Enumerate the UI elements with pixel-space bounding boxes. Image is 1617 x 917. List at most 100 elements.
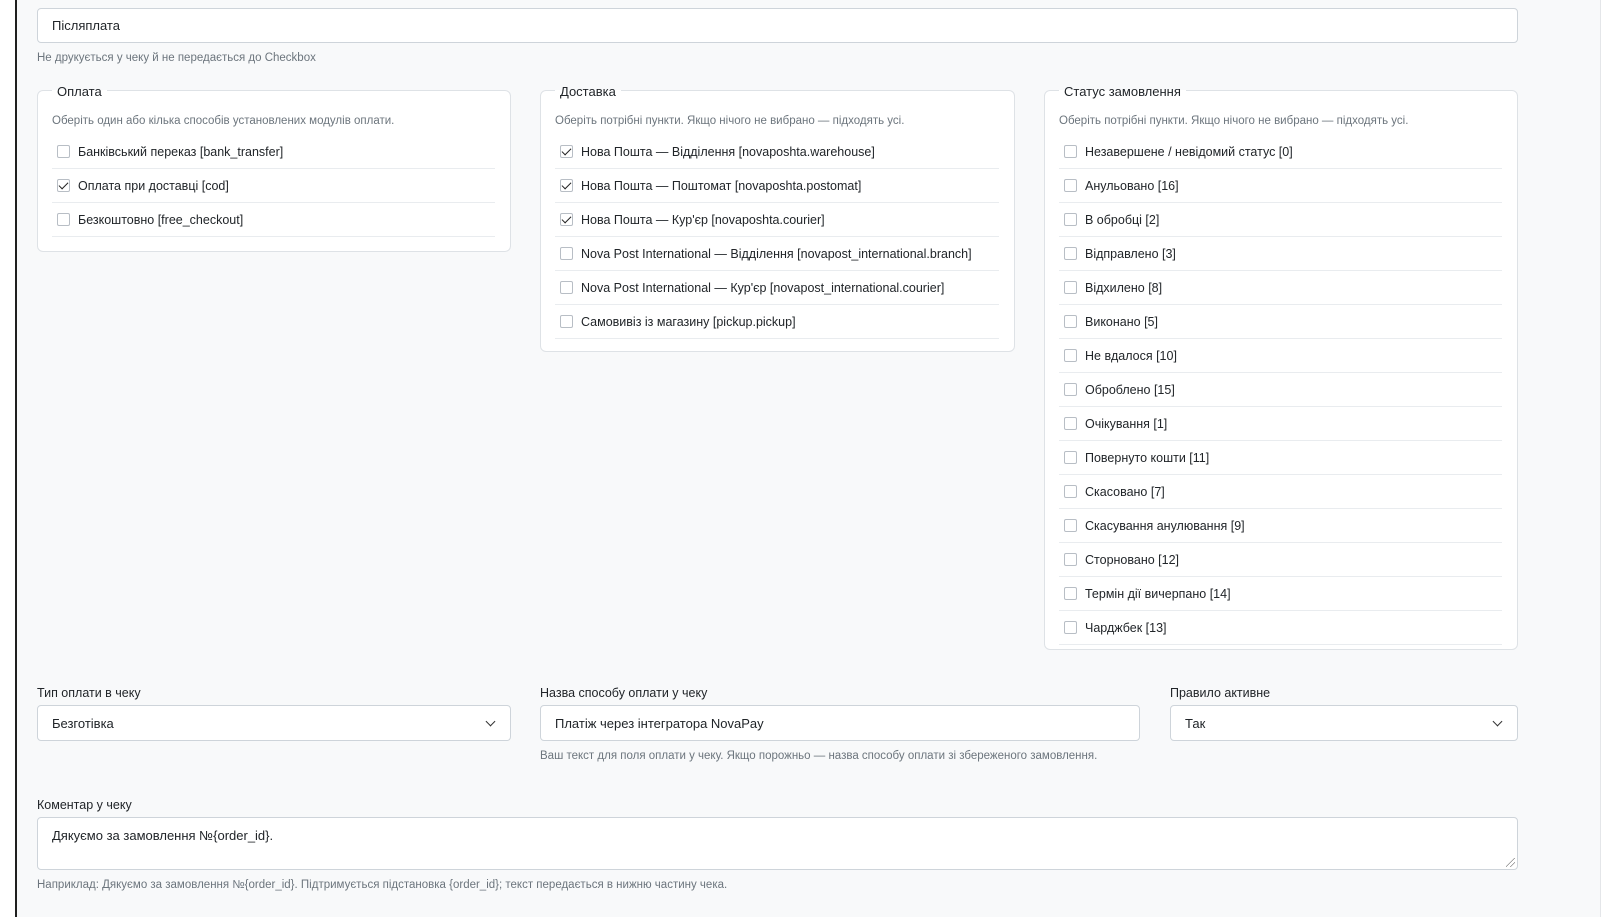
order-status-option[interactable]: Скасування анулювання [9]	[1059, 509, 1502, 543]
rule-name-input[interactable]: Післяплата	[37, 8, 1518, 43]
payment-method-checkbox[interactable]	[57, 179, 70, 192]
order-status-option[interactable]: Відхилено [8]	[1059, 271, 1502, 305]
receipt-payment-name-input[interactable]: Платіж через інтегратора NovaPay	[540, 705, 1140, 741]
rule-active-label: Правило активне	[1170, 686, 1271, 700]
receipt-comment-value: Дякуємо за замовлення №{order_id}.	[52, 828, 274, 843]
receipt-comment-label: Коментар у чеку	[37, 798, 132, 812]
order-status-option[interactable]: Очікування [1]	[1059, 407, 1502, 441]
delivery-method-checkbox[interactable]	[560, 315, 573, 328]
order-status-checkbox[interactable]	[1064, 349, 1077, 362]
order-status-group: Статус замовлення Оберіть потрібні пункт…	[1044, 83, 1518, 650]
order-status-checkbox[interactable]	[1064, 519, 1077, 532]
receipt-payment-name-value: Платіж через інтегратора NovaPay	[555, 715, 764, 731]
order-status-checkbox[interactable]	[1064, 621, 1077, 634]
order-status-option[interactable]: Скасовано [7]	[1059, 475, 1502, 509]
receipt-payment-type-label: Тип оплати в чеку	[37, 686, 141, 700]
order-status-option[interactable]: Відправлено [3]	[1059, 237, 1502, 271]
delivery-method-checkbox[interactable]	[560, 179, 573, 192]
order-status-option-label: Чарджбек [13]	[1085, 620, 1167, 635]
order-status-checkbox[interactable]	[1064, 485, 1077, 498]
order-status-checkbox[interactable]	[1064, 179, 1077, 192]
order-status-option[interactable]: Термін дії вичерпано [14]	[1059, 577, 1502, 611]
receipt-comment-textarea[interactable]: Дякуємо за замовлення №{order_id}.	[37, 817, 1518, 870]
order-status-option[interactable]: Повернуто кошти [11]	[1059, 441, 1502, 475]
delivery-method-option-label: Самовивіз із магазину [pickup.pickup]	[581, 314, 796, 329]
order-status-checkbox[interactable]	[1064, 587, 1077, 600]
order-status-option-label: Повернуто кошти [11]	[1085, 450, 1210, 465]
delivery-method-option-label: Nova Post International — Кур'єр [novapo…	[581, 280, 945, 295]
delivery-method-checkbox[interactable]	[560, 145, 573, 158]
delivery-methods-list: Нова Пошта — Відділення [novaposhta.ware…	[555, 135, 999, 339]
order-status-option-label: Скасовано [7]	[1085, 484, 1165, 499]
payment-method-option[interactable]: Безкоштовно [free_checkout]	[52, 203, 495, 237]
order-status-option-label: Відхилено [8]	[1085, 280, 1163, 295]
order-status-checkbox[interactable]	[1064, 417, 1077, 430]
order-status-option-label: Анульовано [16]	[1085, 178, 1179, 193]
receipt-payment-type-value: Безготівка	[52, 715, 114, 731]
order-status-option[interactable]: Сторновано [12]	[1059, 543, 1502, 577]
payment-method-option-label: Безкоштовно [free_checkout]	[78, 212, 244, 227]
delivery-method-option-label: Нова Пошта — Кур'єр [novaposhta.courier]	[581, 212, 825, 227]
receipt-payment-type-select[interactable]: Безготівка	[37, 705, 511, 741]
rule-active-select[interactable]: Так	[1170, 705, 1518, 741]
order-status-option-label: Сторновано [12]	[1085, 552, 1180, 567]
delivery-method-option[interactable]: Самовивіз із магазину [pickup.pickup]	[555, 305, 999, 339]
order-status-option-label: В обробці [2]	[1085, 212, 1160, 227]
delivery-method-option[interactable]: Нова Пошта — Кур'єр [novaposhta.courier]	[555, 203, 999, 237]
payment-methods-list: Банківський переказ [bank_transfer] Оплат…	[52, 135, 495, 237]
payment-method-option[interactable]: Банківський переказ [bank_transfer]	[52, 135, 495, 169]
order-status-hint: Оберіть потрібні пункти. Якщо нічого не …	[1059, 115, 1409, 127]
delivery-methods-group: Доставка Оберіть потрібні пункти. Якщо н…	[540, 83, 1015, 352]
order-status-option-label: Не вдалося [10]	[1085, 348, 1177, 363]
rule-edit-form: Післяплата Не друкується у чеку й не пер…	[17, 0, 1601, 917]
receipt-payment-name-hint: Ваш текст для поля оплати у чеку. Якщо п…	[540, 750, 1098, 762]
order-status-option[interactable]: Не вдалося [10]	[1059, 339, 1502, 373]
order-status-option-label: Виконано [5]	[1085, 314, 1158, 329]
order-status-option[interactable]: Оброблено [15]	[1059, 373, 1502, 407]
payment-methods-group: Оплата Оберіть один або кілька способів …	[37, 83, 511, 252]
delivery-method-option-label: Nova Post International — Відділення [no…	[581, 246, 972, 261]
payment-method-option-label: Банківський переказ [bank_transfer]	[78, 144, 284, 159]
resize-handle-icon[interactable]	[1506, 858, 1515, 867]
payment-method-option-label: Оплата при доставці [cod]	[78, 178, 229, 193]
order-status-option[interactable]: В обробці [2]	[1059, 203, 1502, 237]
delivery-methods-hint: Оберіть потрібні пункти. Якщо нічого не …	[555, 115, 905, 127]
rule-name-value: Післяплата	[52, 18, 120, 33]
delivery-method-option[interactable]: Nova Post International — Відділення [no…	[555, 237, 999, 271]
order-status-option-label: Незавершене / невідомий статус [0]	[1085, 144, 1293, 159]
delivery-methods-legend: Доставка	[560, 84, 616, 99]
payment-method-option[interactable]: Оплата при доставці [cod]	[52, 169, 495, 203]
order-status-checkbox[interactable]	[1064, 451, 1077, 464]
delivery-method-checkbox[interactable]	[560, 281, 573, 294]
payment-method-checkbox[interactable]	[57, 145, 70, 158]
delivery-method-option[interactable]: Нова Пошта — Поштомат [novaposhta.postom…	[555, 169, 999, 203]
payment-method-checkbox[interactable]	[57, 213, 70, 226]
order-status-option[interactable]: Виконано [5]	[1059, 305, 1502, 339]
order-status-option-label: Очікування [1]	[1085, 416, 1168, 431]
order-status-option[interactable]: Чарджбек [13]	[1059, 611, 1502, 645]
chevron-down-icon	[485, 716, 496, 726]
delivery-method-option-label: Нова Пошта — Поштомат [novaposhta.postom…	[581, 178, 862, 193]
delivery-method-option[interactable]: Nova Post International — Кур'єр [novapo…	[555, 271, 999, 305]
payment-methods-legend: Оплата	[57, 84, 102, 99]
order-status-option[interactable]: Анульовано [16]	[1059, 169, 1502, 203]
order-status-checkbox[interactable]	[1064, 383, 1077, 396]
receipt-comment-hint: Наприклад: Дякуємо за замовлення №{order…	[37, 879, 728, 891]
rule-name-hint: Не друкується у чеку й не передається до…	[37, 52, 316, 64]
order-status-checkbox[interactable]	[1064, 145, 1077, 158]
order-status-checkbox[interactable]	[1064, 553, 1077, 566]
order-status-checkbox[interactable]	[1064, 315, 1077, 328]
order-status-option[interactable]: Незавершене / невідомий статус [0]	[1059, 135, 1502, 169]
delivery-method-checkbox[interactable]	[560, 247, 573, 260]
delivery-method-option-label: Нова Пошта — Відділення [novaposhta.ware…	[581, 144, 875, 159]
order-status-list: Незавершене / невідомий статус [0] Анульо…	[1059, 135, 1502, 645]
delivery-method-checkbox[interactable]	[560, 213, 573, 226]
order-status-checkbox[interactable]	[1064, 247, 1077, 260]
order-status-checkbox[interactable]	[1064, 213, 1077, 226]
order-status-option-label: Скасування анулювання [9]	[1085, 518, 1245, 533]
rule-active-value: Так	[1185, 715, 1206, 731]
delivery-method-option[interactable]: Нова Пошта — Відділення [novaposhta.ware…	[555, 135, 999, 169]
receipt-payment-name-label: Назва способу оплати у чеку	[540, 686, 708, 700]
order-status-checkbox[interactable]	[1064, 281, 1077, 294]
payment-methods-hint: Оберіть один або кілька способів установ…	[52, 115, 395, 127]
